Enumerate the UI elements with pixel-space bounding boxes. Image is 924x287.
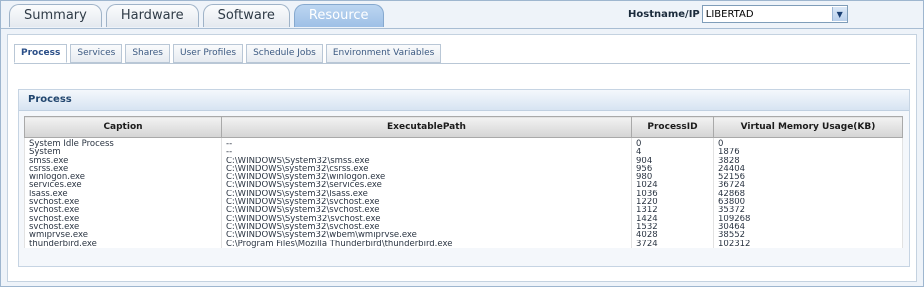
table-row[interactable]: wmiprvse.exe C:\WINDOWS\system32\wbem\wmi… (24, 231, 903, 240)
table-row[interactable]: csrss.exe C:\WINDOWS\system32\csrss.exe 95… (24, 164, 903, 174)
column-header-process-id[interactable]: ProcessID (631, 116, 714, 138)
cell-caption: services.exe (24, 181, 222, 190)
cell-process-id: 980 (631, 173, 714, 182)
cell-executable-path: C:\WINDOWS\system32\wbem\wmiprvse.exe (221, 231, 632, 240)
cell-process-id: 3724 (631, 239, 714, 248)
cell-executable-path: C:\WINDOWS\system32\csrss.exe (221, 164, 632, 174)
cell-caption: svchost.exe (24, 198, 222, 207)
cell-executable-path: C:\WINDOWS\system32\svchost.exe (221, 198, 632, 207)
cell-caption: System Idle Process (24, 137, 222, 149)
chevron-down-icon[interactable]: ▼ (831, 7, 847, 21)
cell-process-id: 1312 (631, 206, 714, 215)
cell-caption: smss.exe (24, 156, 222, 165)
cell-caption: wmiprvse.exe (24, 231, 222, 240)
cell-caption: csrss.exe (24, 164, 222, 174)
cell-executable-path: C:\WINDOWS\system32\svchost.exe (221, 206, 632, 215)
table-row[interactable]: winlogon.exe C:\WINDOWS\system32\winlogon… (24, 173, 903, 182)
table-header-row: Caption ExecutablePath ProcessID Virtual… (24, 116, 903, 138)
table-row[interactable]: svchost.exe C:\WINDOWS\system32\svchost.e… (24, 222, 903, 232)
table-row[interactable]: svchost.exe C:\WINDOWS\system32\svchost.e… (24, 198, 903, 207)
cell-executable-path: C:\WINDOWS\system32\lsass.exe (221, 189, 632, 199)
process-table: Caption ExecutablePath ProcessID Virtual… (24, 116, 903, 248)
cell-process-id: 904 (631, 156, 714, 165)
table-row[interactable]: smss.exe C:\WINDOWS\System32\smss.exe 904 3… (24, 156, 903, 165)
table-row[interactable]: svchost.exe C:\WINDOWS\System32\svchost.e… (24, 214, 903, 223)
cell-process-id: 956 (631, 164, 714, 174)
cell-executable-path: C:\WINDOWS\system32\svchost.exe (221, 222, 632, 232)
cell-memory-usage: 36724 (713, 181, 903, 190)
cell-process-id: 1024 (631, 181, 714, 190)
subtab-process[interactable]: Process (14, 44, 68, 63)
cell-memory-usage: 0 (713, 137, 903, 149)
cell-memory-usage: 1876 (713, 148, 903, 157)
cell-executable-path: -- (221, 148, 632, 157)
cell-process-id: 4 (631, 148, 714, 157)
cell-memory-usage: 38552 (713, 231, 903, 240)
tab-hardware[interactable]: Hardware (105, 4, 199, 27)
cell-process-id: 1036 (631, 189, 714, 199)
cell-executable-path: -- (221, 137, 632, 149)
process-section: Process Caption ExecutablePath ProcessID… (18, 89, 910, 267)
table-row[interactable]: services.exe C:\WINDOWS\system32\services… (24, 181, 903, 190)
cell-process-id: 1220 (631, 198, 714, 207)
column-header-caption[interactable]: Caption (24, 116, 222, 138)
table-row[interactable]: thunderbird.exe C:\Program Files\Mozilla … (24, 239, 903, 248)
section-title: Process (19, 90, 909, 111)
cell-executable-path: C:\Program Files\Mozilla Thunderbird\thu… (221, 239, 632, 248)
cell-executable-path: C:\WINDOWS\system32\services.exe (221, 181, 632, 190)
cell-memory-usage: 102312 (713, 239, 903, 248)
hostname-selector: Hostname/IP LIBERTAD ▼ (628, 5, 848, 23)
tab-divider (1, 28, 923, 29)
cell-executable-path: C:\WINDOWS\system32\winlogon.exe (221, 173, 632, 182)
cell-caption: winlogon.exe (24, 173, 222, 182)
cell-memory-usage: 24404 (713, 164, 903, 174)
tab-resource[interactable]: Resource (293, 4, 384, 27)
cell-memory-usage: 30464 (713, 222, 903, 232)
cell-memory-usage: 3828 (713, 156, 903, 165)
cell-process-id: 1532 (631, 222, 714, 232)
column-header-virtual-memory[interactable]: Virtual Memory Usage(KB) (713, 116, 903, 138)
cell-process-id: 0 (631, 137, 714, 149)
resource-subtabs: Process Services Shares User Profiles Sc… (14, 44, 444, 63)
hostname-value: LIBERTAD (705, 8, 754, 20)
cell-executable-path: C:\WINDOWS\System32\svchost.exe (221, 214, 632, 223)
tab-software[interactable]: Software (202, 4, 290, 27)
cell-process-id: 1424 (631, 214, 714, 223)
subtab-shares[interactable]: Shares (125, 44, 170, 63)
cell-executable-path: C:\WINDOWS\System32\smss.exe (221, 156, 632, 165)
subtab-divider (14, 63, 910, 64)
cell-caption: thunderbird.exe (24, 239, 222, 248)
cell-caption: System (24, 148, 222, 157)
table-row[interactable]: System Idle Process -- 0 0 (24, 137, 903, 149)
cell-memory-usage: 109268 (713, 214, 903, 223)
app-window: Summary Hardware Software Resource Hostn… (0, 0, 924, 287)
subtab-services[interactable]: Services (70, 44, 123, 63)
cell-memory-usage: 42868 (713, 189, 903, 199)
resource-panel: Process Services Shares User Profiles Sc… (7, 34, 917, 282)
subtab-user-profiles[interactable]: User Profiles (173, 44, 244, 63)
table-body: System Idle Process -- 0 0 System -- 4 1876 smss… (24, 137, 903, 248)
subtab-schedule-jobs[interactable]: Schedule Jobs (246, 44, 323, 63)
hostname-dropdown[interactable]: LIBERTAD ▼ (701, 5, 848, 23)
hostname-label: Hostname/IP (628, 8, 700, 20)
tab-summary[interactable]: Summary (9, 4, 102, 27)
subtab-environment-variables[interactable]: Environment Variables (325, 44, 442, 63)
main-tabs: Summary Hardware Software Resource (9, 4, 388, 28)
cell-caption: svchost.exe (24, 222, 222, 232)
table-row[interactable]: System -- 4 1876 (24, 148, 903, 157)
table-row[interactable]: lsass.exe C:\WINDOWS\system32\lsass.exe 10… (24, 189, 903, 199)
cell-caption: svchost.exe (24, 214, 222, 223)
cell-memory-usage: 52156 (713, 173, 903, 182)
cell-process-id: 4028 (631, 231, 714, 240)
cell-memory-usage: 63800 (713, 198, 903, 207)
cell-caption: lsass.exe (24, 189, 222, 199)
column-header-executable-path[interactable]: ExecutablePath (221, 116, 632, 138)
cell-memory-usage: 35372 (713, 206, 903, 215)
cell-caption: svchost.exe (24, 206, 222, 215)
table-row[interactable]: svchost.exe C:\WINDOWS\system32\svchost.e… (24, 206, 903, 215)
